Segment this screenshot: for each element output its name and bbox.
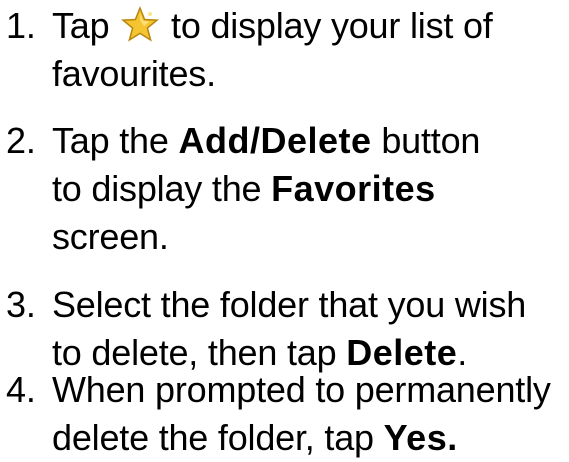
add-delete-button-label: Add/Delete	[178, 120, 372, 161]
step-text: Tap the Add/Delete button to display the…	[52, 117, 480, 261]
favorites-screen-label: Favorites	[271, 168, 436, 209]
step-line: screen.	[52, 216, 169, 257]
step-line: Select the folder that you wish	[52, 284, 527, 325]
step-line: to display the Favorites	[52, 165, 480, 213]
step-text-fragment: to display the	[52, 168, 272, 209]
step-number: 3.	[6, 284, 36, 325]
step-text-fragment: delete the folder, tap	[52, 417, 384, 458]
step-number: 2.	[6, 120, 36, 161]
step-number: 1.	[6, 5, 36, 46]
step-text: Tap to display your list of favourites.	[52, 2, 493, 98]
step-line: Tap the Add/Delete button	[52, 117, 480, 165]
favourites-star-icon	[121, 6, 160, 42]
yes-button-label: Yes.	[383, 417, 458, 458]
step-line: favourites.	[52, 53, 216, 94]
step-text-fragment: to display your list of	[161, 5, 493, 46]
step-text: When prompted to permanently delete the …	[52, 366, 551, 462]
step-line: Tap to display your list of	[52, 2, 493, 50]
step-line: delete the folder, tap Yes.	[52, 414, 551, 462]
step-text: Select the folder that you wish to delet…	[52, 281, 526, 377]
step-text-fragment: Tap	[52, 5, 120, 46]
step-line: When prompted to permanently	[52, 369, 551, 410]
step-text-fragment: Tap the	[52, 120, 179, 161]
step-text-fragment: button	[371, 120, 481, 161]
step-number: 4.	[6, 369, 36, 410]
